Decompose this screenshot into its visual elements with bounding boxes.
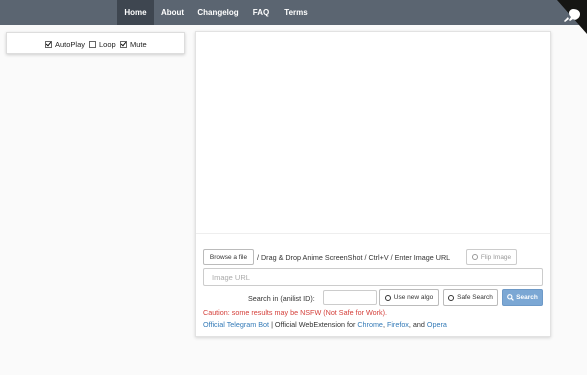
nav-terms[interactable]: Terms [280, 0, 312, 25]
loop-label: Loop [99, 39, 116, 49]
search-button[interactable]: Search [502, 289, 543, 306]
loop-checkbox[interactable] [89, 40, 96, 48]
firefox-link[interactable]: Firefox [387, 320, 409, 329]
telegram-bot-link[interactable]: Official Telegram Bot [203, 320, 269, 329]
mute-checkbox[interactable] [120, 40, 127, 48]
top-navbar: Home About Changelog FAQ Terms [0, 0, 587, 25]
safe-search-label: Safe Search [457, 294, 493, 301]
loop-option[interactable]: Loop [89, 38, 116, 50]
new-algo-button[interactable]: Use new algo [379, 289, 439, 306]
footer-links: Official Telegram Bot | Official WebExte… [203, 320, 447, 329]
autoplay-checkbox[interactable] [45, 40, 52, 48]
and-separator: , and [408, 320, 425, 329]
autoplay-option[interactable]: AutoPlay [45, 38, 85, 50]
new-algo-label: Use new algo [393, 294, 434, 301]
search-icon [507, 294, 515, 301]
mute-label: Mute [130, 39, 147, 49]
mute-option[interactable]: Mute [120, 38, 147, 50]
nav-about[interactable]: About [154, 0, 191, 25]
github-corner-icon[interactable] [547, 0, 587, 34]
browse-file-button[interactable]: Browse a file [203, 249, 254, 265]
nav-changelog[interactable]: Changelog [194, 0, 242, 25]
nav-faq[interactable]: FAQ [246, 0, 276, 25]
anilist-label: Search in (anilist ID): [248, 294, 315, 303]
flip-image-button[interactable]: Flip Image [466, 249, 517, 265]
opera-link[interactable]: Opera [427, 320, 447, 329]
autoplay-label: AutoPlay [55, 39, 86, 49]
search-label: Search [516, 294, 538, 301]
search-panel: Browse a file / Drag & Drop Anime Screen… [195, 31, 551, 337]
image-preview-area[interactable] [196, 32, 550, 234]
safe-search-radio-icon [448, 294, 455, 301]
upload-instructions: / Drag & Drop Anime ScreenShot / Ctrl+V … [257, 253, 451, 262]
anilist-id-input[interactable] [323, 290, 377, 305]
new-algo-radio-icon [384, 294, 391, 301]
webextension-text: | Official WebExtension for [271, 320, 356, 329]
nsfw-caution: Caution: some results may be NSFW (Not S… [203, 308, 388, 317]
safe-search-button[interactable]: Safe Search [443, 289, 498, 306]
player-options-panel: AutoPlay Loop Mute [6, 32, 185, 54]
chrome-link[interactable]: Chrome [357, 320, 383, 329]
nav-home[interactable]: Home [117, 0, 154, 25]
flip-image-label: Flip Image [480, 253, 512, 261]
image-url-input[interactable] [203, 268, 543, 286]
flip-radio-icon [471, 254, 478, 260]
comma-separator: , [382, 320, 385, 329]
